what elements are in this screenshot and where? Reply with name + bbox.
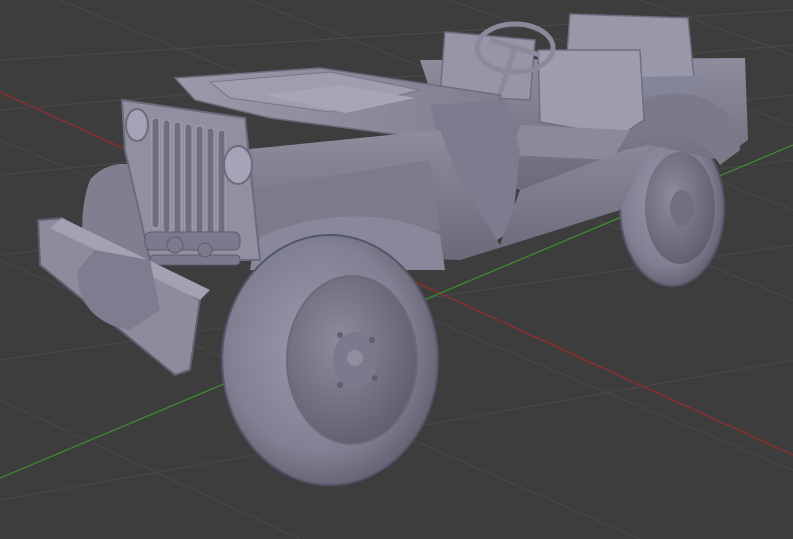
headlight-left xyxy=(125,108,149,142)
viewport-canvas[interactable] xyxy=(0,0,793,539)
3d-viewport[interactable] xyxy=(0,0,793,539)
headlight-right xyxy=(223,145,253,185)
undercarriage xyxy=(144,231,241,266)
front-wheel-right[interactable] xyxy=(221,234,439,486)
